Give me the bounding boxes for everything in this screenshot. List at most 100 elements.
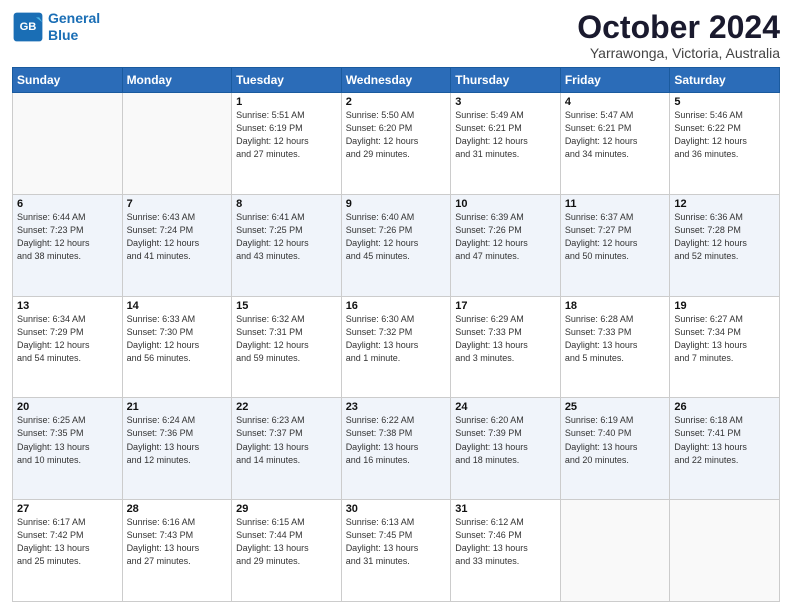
day-number: 30 xyxy=(346,503,447,515)
day-number: 14 xyxy=(127,300,228,312)
table-row: 4Sunrise: 5:47 AM Sunset: 6:21 PM Daylig… xyxy=(560,93,670,195)
day-info: Sunrise: 6:37 AM Sunset: 7:27 PM Dayligh… xyxy=(565,211,666,263)
table-row: 28Sunrise: 6:16 AM Sunset: 7:43 PM Dayli… xyxy=(122,500,232,602)
table-row: 24Sunrise: 6:20 AM Sunset: 7:39 PM Dayli… xyxy=(451,398,561,500)
day-number: 20 xyxy=(17,401,118,413)
day-number: 25 xyxy=(565,401,666,413)
day-info: Sunrise: 6:33 AM Sunset: 7:30 PM Dayligh… xyxy=(127,313,228,365)
table-row: 18Sunrise: 6:28 AM Sunset: 7:33 PM Dayli… xyxy=(560,296,670,398)
location: Yarrawonga, Victoria, Australia xyxy=(577,45,780,61)
table-row: 27Sunrise: 6:17 AM Sunset: 7:42 PM Dayli… xyxy=(13,500,123,602)
day-info: Sunrise: 6:39 AM Sunset: 7:26 PM Dayligh… xyxy=(455,211,556,263)
day-info: Sunrise: 6:18 AM Sunset: 7:41 PM Dayligh… xyxy=(674,414,775,466)
day-number: 16 xyxy=(346,300,447,312)
day-info: Sunrise: 6:23 AM Sunset: 7:37 PM Dayligh… xyxy=(236,414,337,466)
day-number: 31 xyxy=(455,503,556,515)
day-number: 2 xyxy=(346,96,447,108)
calendar-week-row: 20Sunrise: 6:25 AM Sunset: 7:35 PM Dayli… xyxy=(13,398,780,500)
table-row: 15Sunrise: 6:32 AM Sunset: 7:31 PM Dayli… xyxy=(232,296,342,398)
day-number: 7 xyxy=(127,198,228,210)
logo-line1: General xyxy=(48,10,100,26)
table-row: 21Sunrise: 6:24 AM Sunset: 7:36 PM Dayli… xyxy=(122,398,232,500)
day-info: Sunrise: 6:16 AM Sunset: 7:43 PM Dayligh… xyxy=(127,516,228,568)
day-info: Sunrise: 6:41 AM Sunset: 7:25 PM Dayligh… xyxy=(236,211,337,263)
title-block: October 2024 Yarrawonga, Victoria, Austr… xyxy=(577,10,780,61)
table-row: 20Sunrise: 6:25 AM Sunset: 7:35 PM Dayli… xyxy=(13,398,123,500)
day-number: 29 xyxy=(236,503,337,515)
table-row: 2Sunrise: 5:50 AM Sunset: 6:20 PM Daylig… xyxy=(341,93,451,195)
table-row xyxy=(122,93,232,195)
day-info: Sunrise: 6:25 AM Sunset: 7:35 PM Dayligh… xyxy=(17,414,118,466)
calendar-week-row: 1Sunrise: 5:51 AM Sunset: 6:19 PM Daylig… xyxy=(13,93,780,195)
day-number: 18 xyxy=(565,300,666,312)
calendar-week-row: 27Sunrise: 6:17 AM Sunset: 7:42 PM Dayli… xyxy=(13,500,780,602)
header-tuesday: Tuesday xyxy=(232,68,342,93)
day-number: 8 xyxy=(236,198,337,210)
day-info: Sunrise: 6:32 AM Sunset: 7:31 PM Dayligh… xyxy=(236,313,337,365)
day-info: Sunrise: 6:17 AM Sunset: 7:42 PM Dayligh… xyxy=(17,516,118,568)
table-row xyxy=(560,500,670,602)
day-info: Sunrise: 6:30 AM Sunset: 7:32 PM Dayligh… xyxy=(346,313,447,365)
day-number: 15 xyxy=(236,300,337,312)
day-info: Sunrise: 6:15 AM Sunset: 7:44 PM Dayligh… xyxy=(236,516,337,568)
day-number: 3 xyxy=(455,96,556,108)
table-row: 26Sunrise: 6:18 AM Sunset: 7:41 PM Dayli… xyxy=(670,398,780,500)
table-row: 13Sunrise: 6:34 AM Sunset: 7:29 PM Dayli… xyxy=(13,296,123,398)
day-number: 13 xyxy=(17,300,118,312)
table-row: 1Sunrise: 5:51 AM Sunset: 6:19 PM Daylig… xyxy=(232,93,342,195)
day-number: 4 xyxy=(565,96,666,108)
day-info: Sunrise: 5:49 AM Sunset: 6:21 PM Dayligh… xyxy=(455,109,556,161)
header-sunday: Sunday xyxy=(13,68,123,93)
day-number: 9 xyxy=(346,198,447,210)
header-saturday: Saturday xyxy=(670,68,780,93)
table-row: 16Sunrise: 6:30 AM Sunset: 7:32 PM Dayli… xyxy=(341,296,451,398)
logo-icon: GB xyxy=(12,11,44,43)
table-row: 6Sunrise: 6:44 AM Sunset: 7:23 PM Daylig… xyxy=(13,194,123,296)
day-number: 17 xyxy=(455,300,556,312)
day-info: Sunrise: 5:47 AM Sunset: 6:21 PM Dayligh… xyxy=(565,109,666,161)
calendar-header-row: Sunday Monday Tuesday Wednesday Thursday… xyxy=(13,68,780,93)
table-row xyxy=(13,93,123,195)
table-row: 22Sunrise: 6:23 AM Sunset: 7:37 PM Dayli… xyxy=(232,398,342,500)
table-row: 17Sunrise: 6:29 AM Sunset: 7:33 PM Dayli… xyxy=(451,296,561,398)
month-title: October 2024 xyxy=(577,10,780,45)
day-number: 23 xyxy=(346,401,447,413)
table-row: 30Sunrise: 6:13 AM Sunset: 7:45 PM Dayli… xyxy=(341,500,451,602)
header-wednesday: Wednesday xyxy=(341,68,451,93)
day-info: Sunrise: 5:50 AM Sunset: 6:20 PM Dayligh… xyxy=(346,109,447,161)
table-row: 5Sunrise: 5:46 AM Sunset: 6:22 PM Daylig… xyxy=(670,93,780,195)
day-number: 1 xyxy=(236,96,337,108)
table-row: 23Sunrise: 6:22 AM Sunset: 7:38 PM Dayli… xyxy=(341,398,451,500)
day-info: Sunrise: 6:34 AM Sunset: 7:29 PM Dayligh… xyxy=(17,313,118,365)
day-info: Sunrise: 6:36 AM Sunset: 7:28 PM Dayligh… xyxy=(674,211,775,263)
table-row: 19Sunrise: 6:27 AM Sunset: 7:34 PM Dayli… xyxy=(670,296,780,398)
day-number: 21 xyxy=(127,401,228,413)
day-number: 5 xyxy=(674,96,775,108)
table-row: 10Sunrise: 6:39 AM Sunset: 7:26 PM Dayli… xyxy=(451,194,561,296)
svg-text:GB: GB xyxy=(20,21,37,33)
day-number: 27 xyxy=(17,503,118,515)
table-row: 14Sunrise: 6:33 AM Sunset: 7:30 PM Dayli… xyxy=(122,296,232,398)
day-info: Sunrise: 6:28 AM Sunset: 7:33 PM Dayligh… xyxy=(565,313,666,365)
table-row: 12Sunrise: 6:36 AM Sunset: 7:28 PM Dayli… xyxy=(670,194,780,296)
calendar: Sunday Monday Tuesday Wednesday Thursday… xyxy=(12,67,780,602)
day-info: Sunrise: 5:46 AM Sunset: 6:22 PM Dayligh… xyxy=(674,109,775,161)
logo: GB General Blue xyxy=(12,10,100,44)
day-number: 10 xyxy=(455,198,556,210)
day-info: Sunrise: 6:12 AM Sunset: 7:46 PM Dayligh… xyxy=(455,516,556,568)
day-info: Sunrise: 6:29 AM Sunset: 7:33 PM Dayligh… xyxy=(455,313,556,365)
table-row: 3Sunrise: 5:49 AM Sunset: 6:21 PM Daylig… xyxy=(451,93,561,195)
day-info: Sunrise: 6:19 AM Sunset: 7:40 PM Dayligh… xyxy=(565,414,666,466)
header-thursday: Thursday xyxy=(451,68,561,93)
logo-line2: Blue xyxy=(48,27,78,43)
header: GB General Blue October 2024 Yarrawonga,… xyxy=(12,10,780,61)
day-info: Sunrise: 6:20 AM Sunset: 7:39 PM Dayligh… xyxy=(455,414,556,466)
day-number: 26 xyxy=(674,401,775,413)
day-info: Sunrise: 5:51 AM Sunset: 6:19 PM Dayligh… xyxy=(236,109,337,161)
table-row: 31Sunrise: 6:12 AM Sunset: 7:46 PM Dayli… xyxy=(451,500,561,602)
day-number: 19 xyxy=(674,300,775,312)
day-number: 6 xyxy=(17,198,118,210)
table-row: 11Sunrise: 6:37 AM Sunset: 7:27 PM Dayli… xyxy=(560,194,670,296)
day-info: Sunrise: 6:43 AM Sunset: 7:24 PM Dayligh… xyxy=(127,211,228,263)
day-info: Sunrise: 6:13 AM Sunset: 7:45 PM Dayligh… xyxy=(346,516,447,568)
